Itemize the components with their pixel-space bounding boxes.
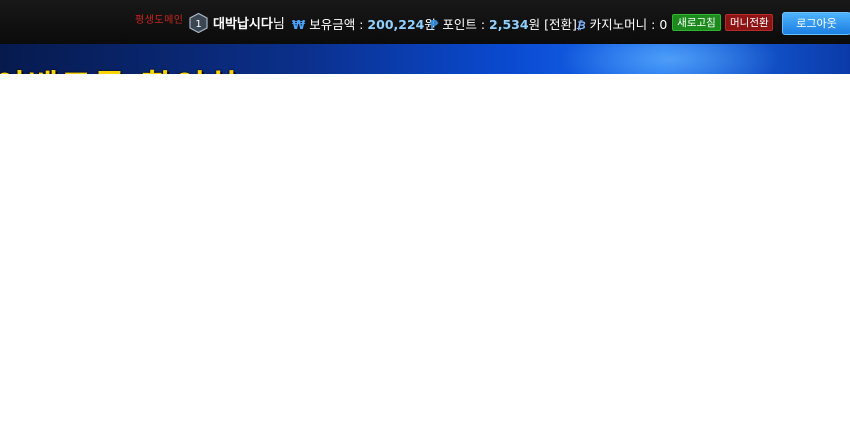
points-label: 포인트 : (442, 17, 486, 32)
casino-value: 0 (659, 17, 668, 32)
main-content (0, 74, 850, 434)
balance-label: 보유금액 : (309, 17, 364, 32)
points-unit: 원 (528, 17, 541, 32)
money-convert-button[interactable]: 머니전환 (725, 14, 773, 31)
casino-chip-icon: ₿ (576, 19, 586, 32)
username-suffix: 님 (272, 17, 285, 32)
balance-value: 200,224 (367, 17, 425, 32)
username-text: 대박납시다 (213, 17, 273, 32)
top-bar: 평생도메인 1 대박납시다님 ₩ 보유금액 : 200,224원 ₱ 포인트 : 2… (0, 0, 850, 45)
refresh-button[interactable]: 새로고침 (672, 14, 721, 31)
username: 대박납시다님 (213, 13, 285, 32)
promo-domain-link[interactable]: 평생도메인 (135, 11, 184, 26)
balance-display: ₩ 보유금액 : 200,224원 (292, 14, 436, 33)
level-badge-icon: 1 (189, 13, 208, 33)
logout-button[interactable]: 로그아웃 (782, 12, 850, 35)
points-value: 2,534 (489, 17, 529, 32)
points-icon: ₱ (430, 18, 439, 32)
banner-glow (560, 44, 780, 74)
points-exchange-link[interactable]: [전환] (544, 17, 577, 32)
level-number: 1 (195, 19, 201, 30)
banner-headline: 이벤트를 확인하 (0, 60, 241, 74)
points-display: ₱ 포인트 : 2,534원 [전환] (430, 14, 577, 33)
casino-money-display: ₿ 카지노머니 : 0 (576, 14, 667, 33)
event-banner[interactable]: 이벤트를 확인하 (0, 44, 850, 74)
won-icon: ₩ (292, 18, 306, 32)
casino-label: 카지노머니 : (589, 17, 656, 32)
